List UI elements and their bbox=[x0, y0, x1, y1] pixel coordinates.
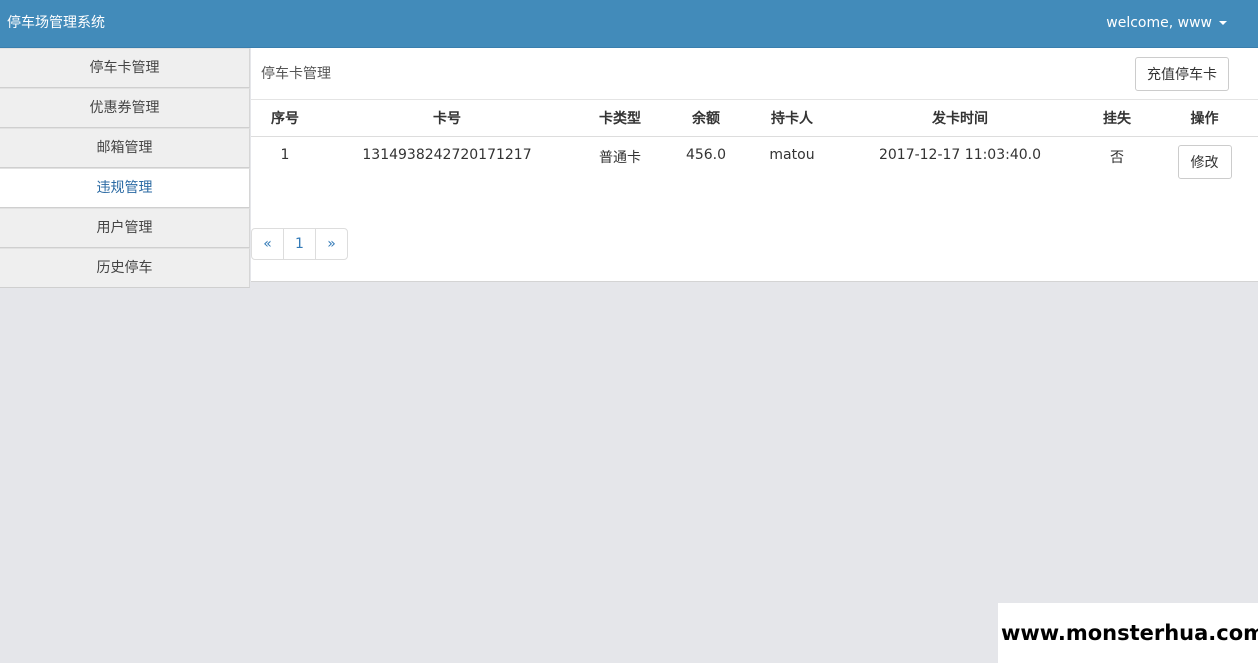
pagination-page-1[interactable]: 1 bbox=[283, 228, 316, 260]
cell-lost: 否 bbox=[1110, 150, 1124, 166]
table-row: 1 1314938242720171217 普通卡 456.0 matou 20… bbox=[251, 137, 1258, 186]
cell-holder: matou bbox=[769, 147, 815, 163]
pagination: « 1 » bbox=[251, 228, 348, 260]
column-header-balance: 余额 bbox=[665, 100, 747, 137]
main-panel: 停车卡管理 充值停车卡 序号 卡号 卡类型 余额 持卡人 发卡时间 挂失 操作 bbox=[251, 48, 1258, 282]
sidebar-item-coupons[interactable]: 优惠券管理 bbox=[0, 88, 250, 128]
edit-button[interactable]: 修改 bbox=[1177, 145, 1232, 179]
top-navbar: 停车场管理系统 welcome, www bbox=[0, 0, 1258, 48]
watermark-text: www.monsterhua.com bbox=[1001, 621, 1258, 645]
sidebar-item-email[interactable]: 邮箱管理 bbox=[0, 128, 250, 168]
column-header-issue-time: 发卡时间 bbox=[837, 100, 1083, 137]
column-header-card-type: 卡类型 bbox=[575, 100, 665, 137]
column-header-actions: 操作 bbox=[1151, 100, 1258, 137]
sidebar-item-violations[interactable]: 违规管理 bbox=[0, 168, 250, 208]
user-welcome-label: welcome, www bbox=[1106, 15, 1212, 31]
table-header-row: 序号 卡号 卡类型 余额 持卡人 发卡时间 挂失 操作 bbox=[251, 100, 1258, 137]
parking-card-table: 序号 卡号 卡类型 余额 持卡人 发卡时间 挂失 操作 1 1314938242… bbox=[251, 100, 1258, 185]
caret-down-icon bbox=[1219, 21, 1227, 25]
pagination-prev[interactable]: « bbox=[251, 228, 284, 260]
cell-actions: 修改 bbox=[1151, 137, 1258, 186]
page-title: 停车卡管理 bbox=[261, 66, 331, 82]
user-menu-dropdown[interactable]: welcome, www bbox=[1106, 13, 1227, 33]
sidebar-item-parking-cards[interactable]: 停车卡管理 bbox=[0, 48, 250, 88]
column-header-index: 序号 bbox=[251, 100, 319, 137]
watermark: www.monsterhua.com bbox=[998, 603, 1258, 663]
column-header-holder: 持卡人 bbox=[747, 100, 837, 137]
app-title[interactable]: 停车场管理系统 bbox=[7, 13, 105, 33]
cell-issue-time: 2017-12-17 11:03:40.0 bbox=[878, 147, 1042, 163]
cell-index: 1 bbox=[280, 147, 290, 163]
column-header-lost: 挂失 bbox=[1083, 100, 1151, 137]
column-header-card-number: 卡号 bbox=[319, 100, 575, 137]
cell-card-number: 1314938242720171217 bbox=[362, 147, 532, 163]
cell-balance: 456.0 bbox=[685, 147, 727, 163]
recharge-card-button[interactable]: 充值停车卡 bbox=[1135, 57, 1229, 91]
sidebar-item-users[interactable]: 用户管理 bbox=[0, 208, 250, 248]
sidebar-menu: 停车卡管理 优惠券管理 邮箱管理 违规管理 用户管理 历史停车 bbox=[0, 48, 250, 288]
pagination-next[interactable]: » bbox=[315, 228, 348, 260]
panel-header: 停车卡管理 充值停车卡 bbox=[251, 48, 1258, 100]
cell-card-type: 普通卡 bbox=[599, 150, 641, 166]
sidebar-item-parking-history[interactable]: 历史停车 bbox=[0, 248, 250, 288]
